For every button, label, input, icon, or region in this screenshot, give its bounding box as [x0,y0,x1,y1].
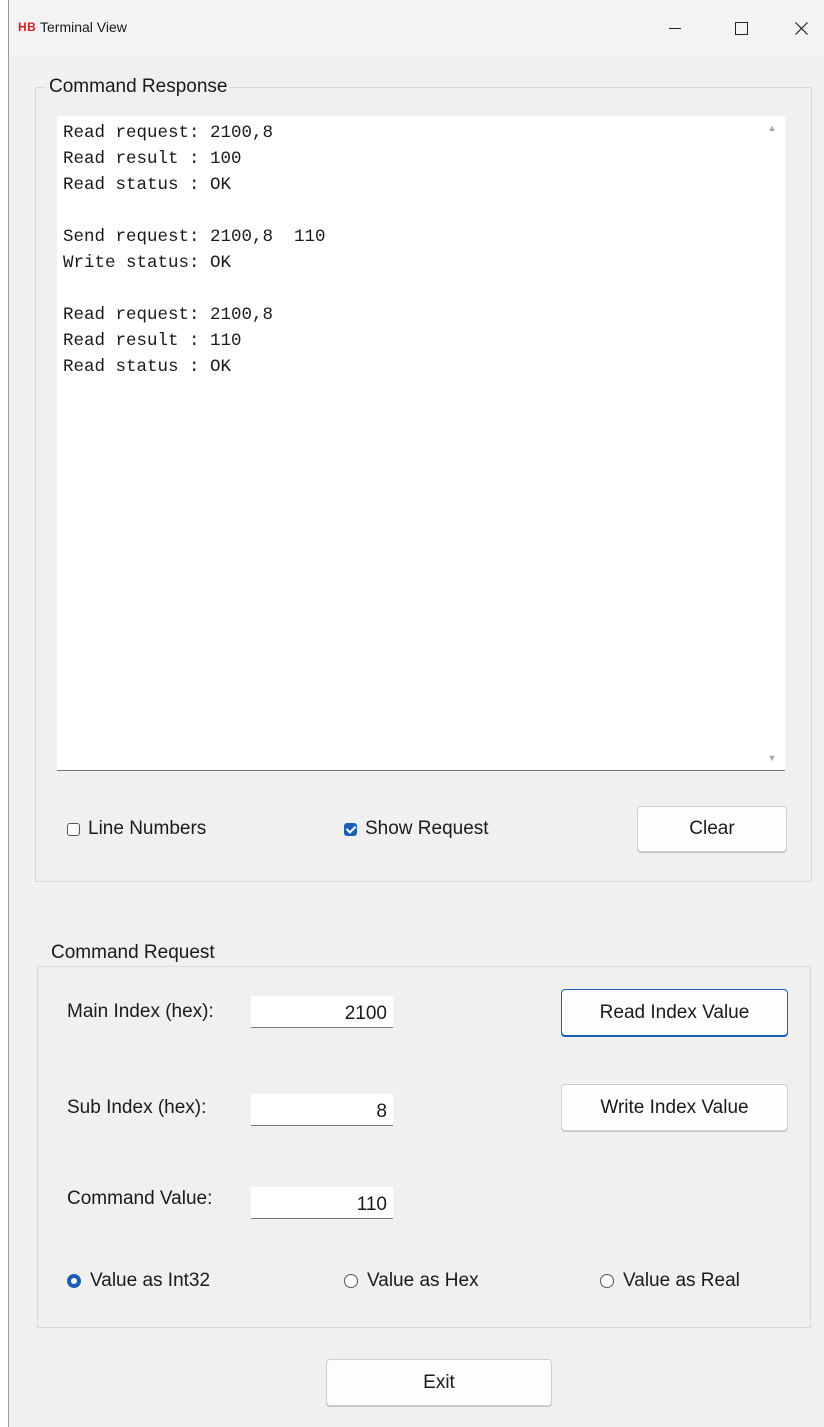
radio-int32-label: Value as Int32 [90,1270,211,1291]
sub-index-input[interactable] [251,1094,393,1126]
show-request-checkbox[interactable]: Show Request [344,818,489,840]
close-button[interactable] [771,0,824,56]
command-value-input[interactable] [251,1187,393,1219]
response-textbox[interactable]: Read request: 2100,8 Read result : 100 R… [57,116,785,771]
radio-hex-label: Value as Hex [367,1270,479,1291]
maximize-icon [734,21,748,35]
minimize-button[interactable] [645,0,705,56]
radio-real-label: Value as Real [623,1270,740,1291]
main-index-label: Main Index (hex): [67,1001,214,1022]
clear-button[interactable]: Clear [637,806,787,852]
title-bar[interactable]: HB Terminal View [9,0,824,56]
scroll-up-arrow-icon[interactable]: ▲ [766,122,778,134]
write-index-value-button[interactable]: Write Index Value [561,1084,788,1131]
radio-real-icon [600,1274,614,1288]
radio-real[interactable]: Value as Real [600,1270,740,1292]
radio-hex-icon [344,1274,358,1288]
scroll-down-arrow-icon[interactable]: ▼ [766,752,778,764]
line-numbers-label: Line Numbers [88,818,207,839]
main-index-input[interactable] [251,996,393,1028]
command-request-label: Command Request [48,942,218,964]
command-response-label: Command Response [46,76,231,98]
minimize-icon [669,27,681,29]
read-index-value-button[interactable]: Read Index Value [561,989,788,1036]
line-numbers-check-icon [67,822,80,836]
window-title: Terminal View [40,19,127,35]
radio-int32[interactable]: Value as Int32 [67,1270,210,1292]
response-text: Read request: 2100,8 Read result : 100 R… [63,123,326,377]
show-request-check-icon [344,822,357,836]
app-logo: HB [18,20,37,34]
exit-button[interactable]: Exit [326,1359,552,1406]
radio-hex[interactable]: Value as Hex [344,1270,479,1292]
terminal-view-window: HB Terminal View Command Response Read r… [8,0,824,1427]
close-icon [794,21,808,35]
show-request-label: Show Request [365,818,489,839]
command-value-label: Command Value: [67,1188,213,1209]
maximize-button[interactable] [711,0,771,56]
sub-index-label: Sub Index (hex): [67,1097,207,1118]
line-numbers-checkbox[interactable]: Line Numbers [67,818,206,840]
radio-int32-icon [67,1274,81,1288]
